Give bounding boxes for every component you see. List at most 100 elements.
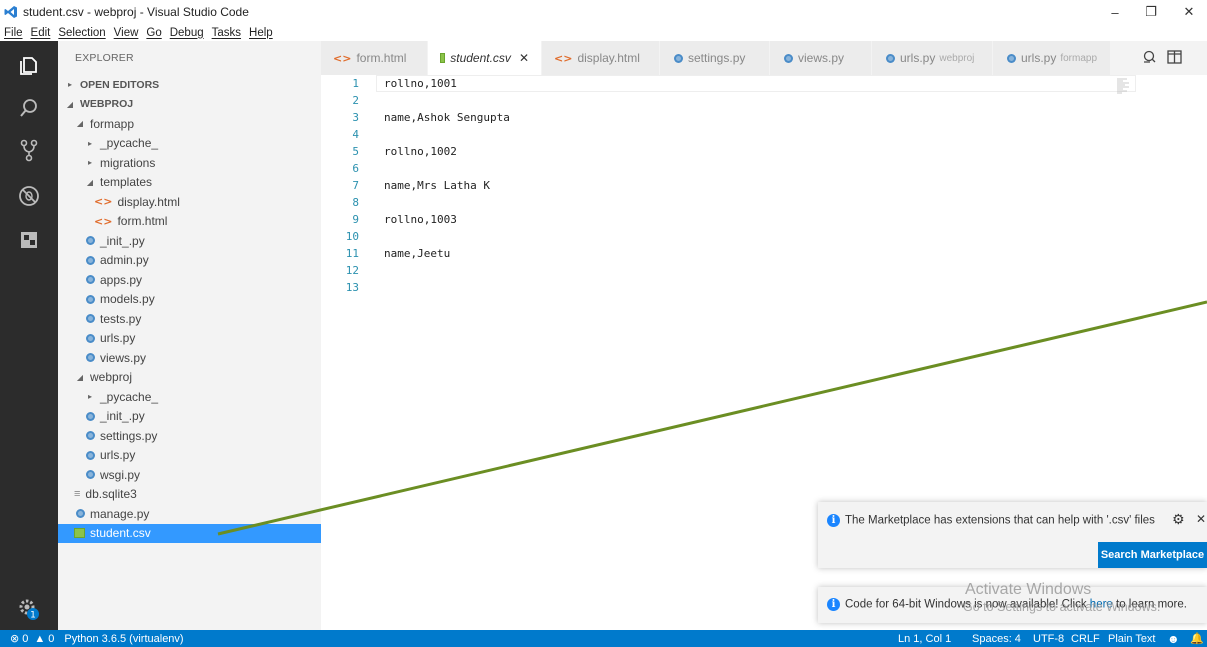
warnings-icon[interactable]: ▲ xyxy=(34,633,45,645)
tree-item-webproj[interactable]: ◢ WEBPROJ xyxy=(58,95,321,115)
code-line[interactable]: name,Mrs Latha K xyxy=(384,177,490,194)
tree-item-urls-py[interactable]: urls.py xyxy=(58,329,321,349)
files-icon[interactable] xyxy=(0,43,58,89)
menu-view[interactable]: View xyxy=(114,27,139,39)
tree-item-form-html[interactable]: <> form.html xyxy=(58,212,321,232)
tree-item-templates[interactable]: ◢ templates xyxy=(58,173,321,193)
chevron-right-icon[interactable]: ▸ xyxy=(84,158,96,167)
close-notification-icon[interactable]: ✕ xyxy=(1196,512,1206,526)
code-line[interactable]: rollno,1002 xyxy=(384,143,457,160)
tree-item-webproj[interactable]: ◢ webproj xyxy=(58,368,321,388)
settings-badge: 1 xyxy=(30,611,36,621)
tree-item-tests-py[interactable]: tests.py xyxy=(58,309,321,329)
code-line[interactable]: name,Ashok Sengupta xyxy=(384,109,510,126)
python-interpreter[interactable]: Python 3.6.5 (virtualenv) xyxy=(64,633,183,645)
code-line[interactable]: rollno,1003 xyxy=(384,211,457,228)
tree-item-wsgi-py[interactable]: wsgi.py xyxy=(58,465,321,485)
code-line[interactable]: name,Jeetu xyxy=(384,245,450,262)
tree-item-label: urls.py xyxy=(100,448,136,463)
info-icon: i xyxy=(827,514,840,527)
maximize-button[interactable]: ❐ xyxy=(1133,0,1169,24)
tab-display-html[interactable]: <> display.html xyxy=(542,41,660,75)
tree-item-init-py[interactable]: _init_.py xyxy=(58,407,321,427)
tab-label: urls.py xyxy=(1021,51,1057,65)
menu-selection[interactable]: Selection xyxy=(58,27,105,39)
line-endings[interactable]: CRLF xyxy=(1071,633,1100,645)
python-file-icon xyxy=(86,236,95,246)
marketplace-notification: i The Marketplace has extensions that can… xyxy=(818,502,1207,568)
warnings-count[interactable]: 0 xyxy=(48,633,54,645)
title-bar: student.csv - webproj - Visual Studio Co… xyxy=(0,0,1207,24)
chevron-right-icon[interactable]: ▸ xyxy=(84,139,96,148)
tree-item-pycache[interactable]: ▸ _pycache_ xyxy=(58,134,321,154)
tree-item-db-sqlite3[interactable]: ≡ db.sqlite3 xyxy=(58,485,321,505)
tree-item-init-py[interactable]: _init_.py xyxy=(58,231,321,251)
chevron-down-icon[interactable]: ◢ xyxy=(74,119,86,128)
tab-sublabel: webproj xyxy=(939,52,975,64)
menu-file[interactable]: File xyxy=(4,27,23,39)
menu-go[interactable]: Go xyxy=(146,27,161,39)
search-icon[interactable] xyxy=(0,85,58,131)
settings-gear-icon[interactable]: 1 xyxy=(0,586,58,632)
python-file-icon xyxy=(674,53,683,63)
tab-student-csv[interactable]: student.csv ✕ xyxy=(428,41,542,75)
tree-item-models-py[interactable]: models.py xyxy=(58,290,321,310)
tree-item-student-csv[interactable]: student.csv xyxy=(58,523,321,543)
errors-count[interactable]: 0 xyxy=(22,633,28,645)
indentation[interactable]: Spaces: 4 xyxy=(972,633,1021,645)
errors-icon[interactable]: ⊗ xyxy=(10,632,19,645)
chevron-right-icon[interactable]: ▸ xyxy=(64,80,76,89)
menu-edit[interactable]: Edit xyxy=(31,27,51,39)
chevron-right-icon[interactable]: ▸ xyxy=(84,392,96,401)
tree-item-apps-py[interactable]: apps.py xyxy=(58,270,321,290)
source-control-icon[interactable] xyxy=(0,127,58,173)
minimap[interactable] xyxy=(1117,77,1147,97)
info-icon: i xyxy=(827,598,840,611)
search-marketplace-button[interactable]: Search Marketplace xyxy=(1098,542,1207,568)
current-line-highlight xyxy=(376,75,1136,92)
chevron-down-icon[interactable]: ◢ xyxy=(84,178,96,187)
tree-item-pycache[interactable]: ▸ _pycache_ xyxy=(58,387,321,407)
tree-item-views-py[interactable]: views.py xyxy=(58,348,321,368)
extensions-icon[interactable] xyxy=(0,217,58,263)
tab-settings-py[interactable]: settings.py xyxy=(660,41,770,75)
menu-debug[interactable]: Debug xyxy=(170,27,204,39)
notifications-bell-icon[interactable]: 🔔 xyxy=(1190,632,1204,645)
close-window-button[interactable]: ✕ xyxy=(1171,0,1207,24)
tree-item-settings-py[interactable]: settings.py xyxy=(58,426,321,446)
window-title: student.csv - webproj - Visual Studio Co… xyxy=(23,5,249,19)
html-file-icon: <> xyxy=(554,51,573,65)
tab-views-py[interactable]: views.py xyxy=(770,41,872,75)
tree-item-formapp[interactable]: ◢ formapp xyxy=(58,114,321,134)
editor-tabs: <> form.html student.csv ✕ <> display.ht… xyxy=(321,41,1207,75)
split-editor-icon[interactable] xyxy=(1167,49,1182,67)
tab-urls-py-formapp[interactable]: urls.py formapp xyxy=(993,41,1111,75)
feedback-smiley-icon[interactable]: ☻ xyxy=(1167,632,1180,646)
close-tab-icon[interactable]: ✕ xyxy=(519,51,529,65)
line-number: 6 xyxy=(352,162,359,175)
tree-item-display-html[interactable]: <> display.html xyxy=(58,192,321,212)
menu-help[interactable]: Help xyxy=(249,27,273,39)
chevron-down-icon[interactable]: ◢ xyxy=(64,100,76,109)
tree-item-admin-py[interactable]: admin.py xyxy=(58,251,321,271)
tree-item-migrations[interactable]: ▸ migrations xyxy=(58,153,321,173)
tab-form-html[interactable]: <> form.html xyxy=(321,41,428,75)
encoding[interactable]: UTF-8 xyxy=(1033,633,1064,645)
tab-urls-py-webproj[interactable]: urls.py webproj xyxy=(872,41,993,75)
menu-tasks[interactable]: Tasks xyxy=(212,27,241,39)
minimize-button[interactable]: – xyxy=(1097,0,1133,24)
gear-icon[interactable]: ⚙ xyxy=(1172,511,1185,528)
tree-item-manage-py[interactable]: manage.py xyxy=(58,504,321,524)
python-file-icon xyxy=(86,353,95,363)
debug-icon[interactable] xyxy=(0,173,58,219)
cursor-position[interactable]: Ln 1, Col 1 xyxy=(898,633,951,645)
tree-item-urls-py[interactable]: urls.py xyxy=(58,446,321,466)
chevron-down-icon[interactable]: ◢ xyxy=(74,373,86,382)
open-changes-icon[interactable] xyxy=(1141,49,1157,68)
language-mode[interactable]: Plain Text xyxy=(1108,633,1156,645)
tree-item-open-editors[interactable]: ▸ OPEN EDITORS xyxy=(58,75,321,95)
python-file-icon xyxy=(1007,53,1016,63)
update-link[interactable]: here xyxy=(1090,599,1113,611)
csv-file-icon xyxy=(74,528,85,539)
code-line[interactable]: rollno,1001 xyxy=(384,75,457,92)
